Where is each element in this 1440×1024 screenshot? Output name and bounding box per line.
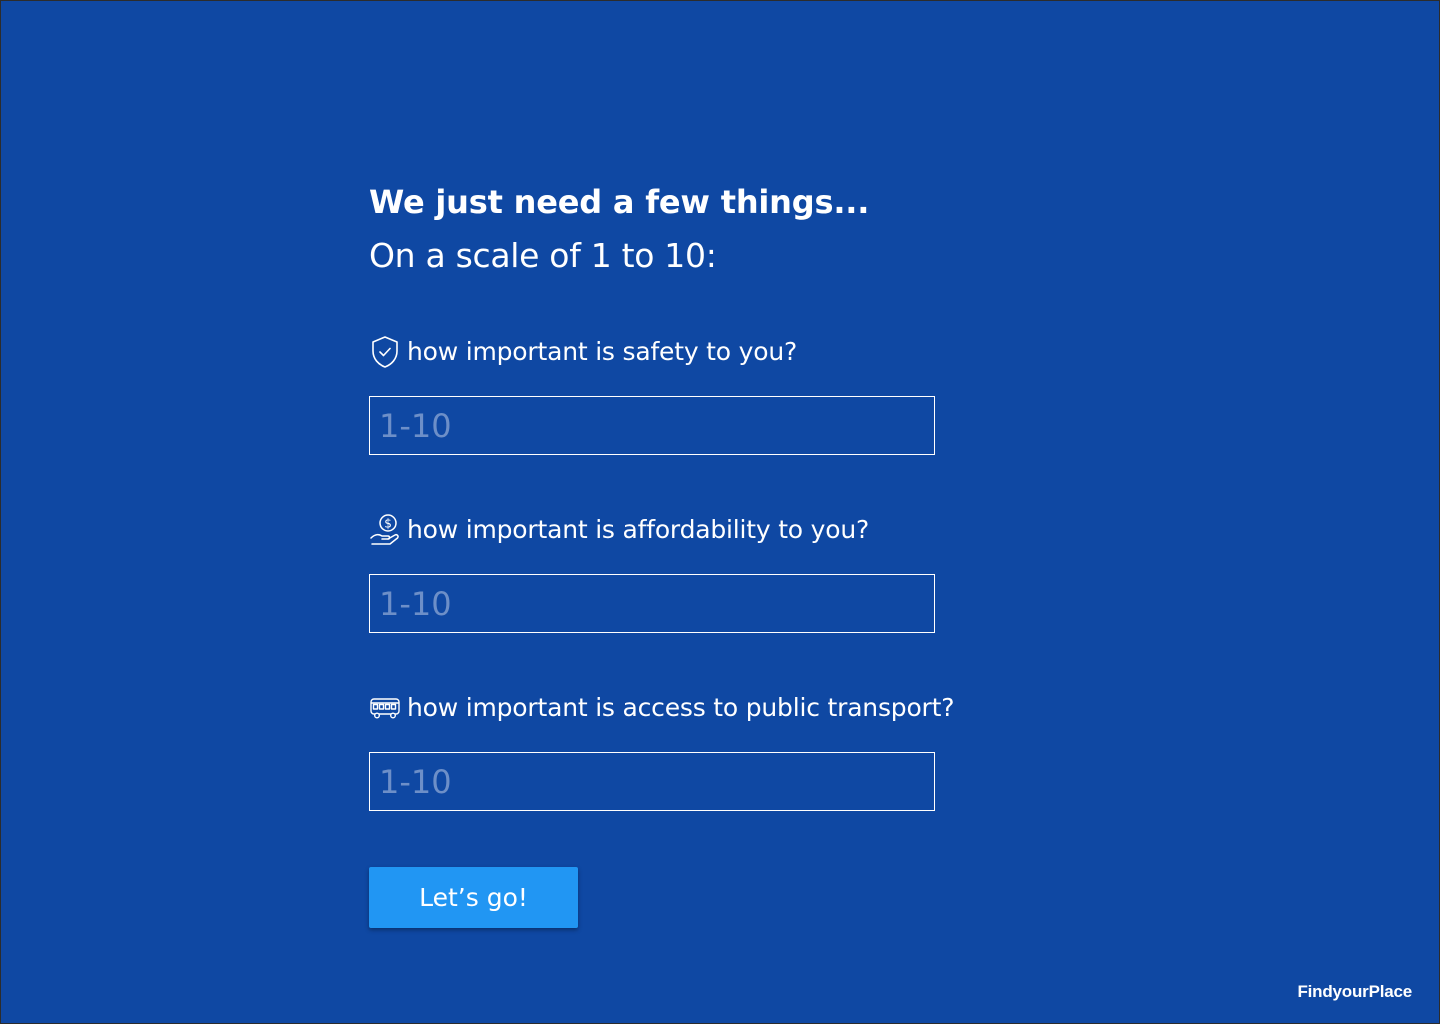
shield-check-icon — [369, 336, 401, 368]
question-public-transport: how important is access to public transp… — [369, 692, 954, 724]
app-frame — [0, 0, 1440, 1024]
question-label: how important is access to public transp… — [407, 693, 955, 722]
preferences-form: We just need a few things... On a scale … — [369, 182, 1069, 928]
transport-rating-input[interactable] — [370, 753, 934, 810]
safety-rating-field — [369, 396, 935, 455]
question-affordability: $ how important is affordability to you? — [369, 514, 869, 546]
page-subtitle: On a scale of 1 to 10: — [369, 236, 717, 275]
affordability-rating-field — [369, 574, 935, 633]
question-safety: how important is safety to you? — [369, 336, 797, 368]
question-label: how important is safety to you? — [407, 337, 798, 366]
brand-logo: FindyourPlace — [1297, 982, 1412, 1001]
bus-icon — [369, 692, 401, 724]
safety-rating-input[interactable] — [370, 397, 934, 454]
affordability-rating-input[interactable] — [370, 575, 934, 632]
lets-go-button[interactable]: Let’s go! — [369, 867, 578, 928]
hand-coin-icon: $ — [369, 514, 401, 546]
transport-rating-field — [369, 752, 935, 811]
svg-text:$: $ — [384, 517, 391, 531]
page-title: We just need a few things... — [369, 183, 870, 221]
question-label: how important is affordability to you? — [407, 515, 870, 544]
